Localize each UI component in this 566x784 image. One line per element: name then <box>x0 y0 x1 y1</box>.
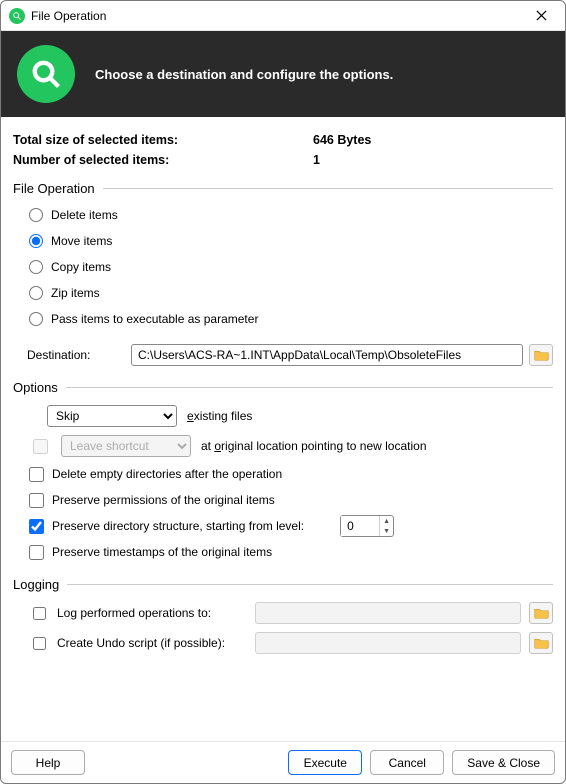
preserve-ts-label[interactable]: Preserve timestamps of the original item… <box>52 545 272 559</box>
main-content: Total size of selected items: 646 Bytes … <box>1 117 565 741</box>
struct-level-spinner[interactable]: ▲ ▼ <box>340 515 394 537</box>
app-icon <box>9 8 25 24</box>
undo-path-input <box>255 632 521 654</box>
spinner-up[interactable]: ▲ <box>380 516 393 526</box>
log-ops-path-input <box>255 602 521 624</box>
undo-checkbox[interactable] <box>33 637 46 650</box>
execute-button[interactable]: Execute <box>288 750 362 775</box>
preserve-perm-label[interactable]: Preserve permissions of the original ite… <box>52 493 275 507</box>
folder-icon <box>534 637 549 649</box>
section-logging: Logging Log performed operations to: Cre… <box>13 577 553 656</box>
legend-file-operation: File Operation <box>13 181 95 196</box>
section-options: Options Skip existing files Leave shortc… <box>13 380 553 563</box>
delete-empty-label[interactable]: Delete empty directories after the opera… <box>52 467 282 481</box>
banner: Choose a destination and configure the o… <box>1 31 565 117</box>
info-count-row: Number of selected items: 1 <box>13 153 553 167</box>
destination-browse-button[interactable] <box>529 344 553 366</box>
folder-icon <box>534 349 549 361</box>
window-title: File Operation <box>31 9 519 23</box>
log-ops-browse-button[interactable] <box>529 602 553 624</box>
divider <box>67 584 553 585</box>
existing-files-label: existing files <box>187 409 252 423</box>
cancel-button[interactable]: Cancel <box>370 750 444 775</box>
shortcut-label: at original location pointing to new loc… <box>201 439 427 453</box>
legend-options: Options <box>13 380 58 395</box>
banner-text: Choose a destination and configure the o… <box>95 67 393 82</box>
radio-zip-label[interactable]: Zip items <box>51 286 100 300</box>
search-icon <box>17 45 75 103</box>
preserve-perm-checkbox[interactable] <box>29 493 44 508</box>
radio-delete-label[interactable]: Delete items <box>51 208 118 222</box>
log-ops-checkbox[interactable] <box>33 607 46 620</box>
undo-label[interactable]: Create Undo script (if possible): <box>57 636 225 650</box>
divider <box>103 188 553 189</box>
radio-exec[interactable] <box>29 312 43 326</box>
shortcut-checkbox <box>33 439 48 454</box>
info-count-label: Number of selected items: <box>13 153 313 167</box>
titlebar: File Operation <box>1 1 565 31</box>
close-button[interactable] <box>519 2 563 30</box>
log-ops-label[interactable]: Log performed operations to: <box>57 606 211 620</box>
info-size-label: Total size of selected items: <box>13 133 313 147</box>
folder-icon <box>534 607 549 619</box>
existing-mode-select[interactable]: Skip <box>47 405 177 427</box>
info-size-value: 646 Bytes <box>313 133 553 147</box>
help-button[interactable]: Help <box>11 750 85 775</box>
footer: Help Execute Cancel Save & Close <box>1 741 565 783</box>
shortcut-select: Leave shortcut <box>61 435 191 457</box>
spinner-down[interactable]: ▼ <box>380 526 393 536</box>
preserve-struct-checkbox[interactable] <box>29 519 44 534</box>
radio-move[interactable] <box>29 234 43 248</box>
radio-zip[interactable] <box>29 286 43 300</box>
preserve-ts-checkbox[interactable] <box>29 545 44 560</box>
destination-input[interactable] <box>131 344 523 366</box>
radio-move-label[interactable]: Move items <box>51 234 112 248</box>
undo-browse-button[interactable] <box>529 632 553 654</box>
save-close-button[interactable]: Save & Close <box>452 750 555 775</box>
radio-copy[interactable] <box>29 260 43 274</box>
radio-exec-label[interactable]: Pass items to executable as parameter <box>51 312 258 326</box>
radio-copy-label[interactable]: Copy items <box>51 260 111 274</box>
info-count-value: 1 <box>313 153 553 167</box>
legend-logging: Logging <box>13 577 59 592</box>
radio-delete[interactable] <box>29 208 43 222</box>
delete-empty-checkbox[interactable] <box>29 467 44 482</box>
destination-label: Destination: <box>27 348 125 362</box>
preserve-struct-label[interactable]: Preserve directory structure, starting f… <box>52 519 304 533</box>
info-size-row: Total size of selected items: 646 Bytes <box>13 133 553 147</box>
struct-level-input[interactable] <box>341 516 379 536</box>
divider <box>66 387 553 388</box>
section-file-operation: File Operation Delete items Move items C… <box>13 181 553 366</box>
